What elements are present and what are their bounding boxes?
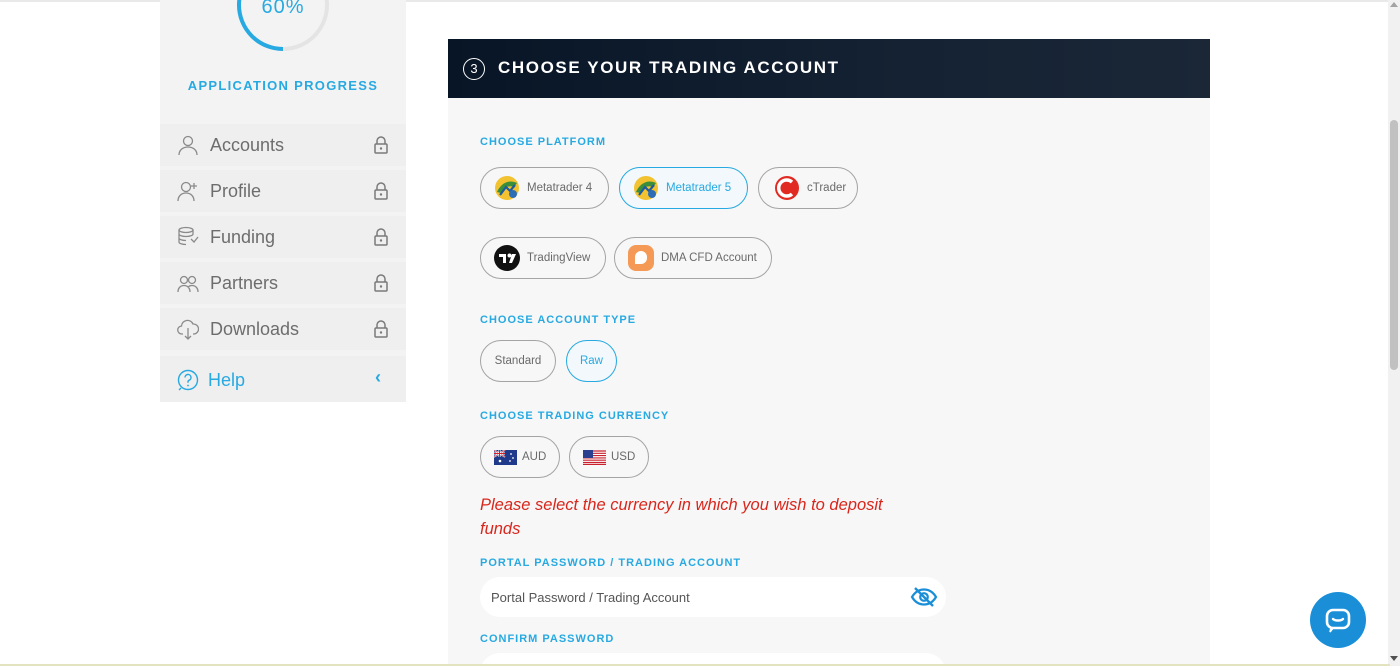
sidebar-item-partners[interactable]: Partners [160,262,406,304]
cloud-download-icon [177,319,199,340]
metatrader-icon [495,176,519,200]
password-label: PORTAL PASSWORD / TRADING ACCOUNT [480,557,742,569]
chat-button[interactable] [1310,592,1366,648]
password-field-wrapper [480,577,946,617]
sidebar-item-downloads[interactable]: Downloads [160,308,406,350]
currency-label-text: AUD [522,451,547,463]
sidebar-item-funding[interactable]: Funding [160,216,406,258]
platform-label-text: cTrader [807,182,847,194]
platform-label-text: TradingView [527,252,591,264]
platform-label-text: Metatrader 4 [527,182,593,194]
platform-option-ctrader[interactable]: cTrader [758,167,858,209]
user-icon [178,135,198,156]
platform-label: CHOOSE PLATFORM [480,136,607,148]
lock-icon [374,274,388,292]
step-number: 3 [463,58,485,80]
lock-icon [374,182,388,200]
usa-flag-icon [583,449,606,465]
lock-icon [374,320,388,338]
sidebar: 60% APPLICATION PROGRESS Accounts Profil… [160,0,406,402]
currency-label: CHOOSE TRADING CURRENCY [480,410,670,422]
sidebar-item-label: Downloads [210,319,300,339]
sidebar-item-accounts[interactable]: Accounts [160,124,406,166]
card-title: CHOOSE YOUR TRADING ACCOUNT [498,58,840,77]
trading-account-card: 3 CHOOSE YOUR TRADING ACCOUNT CHOOSE PLA… [448,39,1210,666]
coins-icon [178,226,199,246]
sidebar-item-label: Partners [210,273,279,293]
platform-label-text: DMA CFD Account [661,252,757,264]
confirm-password-label: CONFIRM PASSWORD [480,633,615,645]
users-icon [177,275,199,293]
account-type-label: CHOOSE ACCOUNT TYPE [480,314,637,326]
password-input[interactable] [491,577,901,617]
card-header: 3 CHOOSE YOUR TRADING ACCOUNT [448,39,1210,98]
account-type-standard[interactable]: Standard [480,340,556,382]
currency-error-message: Please select the currency in which you … [480,496,883,538]
help-icon [177,369,199,391]
platform-option-metatrader-5[interactable]: Metatrader 5 [619,167,748,209]
lock-icon [374,228,388,246]
page-scrollbar[interactable] [1388,0,1400,666]
metatrader-icon [634,176,658,200]
scroll-thumb[interactable] [1390,120,1398,370]
sidebar-item-label: Funding [210,227,276,247]
ctrader-icon [775,176,799,200]
progress-label: APPLICATION PROGRESS [187,78,379,93]
account-type-raw[interactable]: Raw [566,340,617,382]
dma-cfd-icon [628,245,654,271]
sidebar-item-help[interactable]: Help ‹ [160,356,406,402]
user-add-icon [177,181,197,202]
page: 60% APPLICATION PROGRESS Accounts Profil… [0,0,1400,666]
sidebar-item-profile[interactable]: Profile [160,170,406,212]
scroll-down-arrow-icon[interactable] [1390,656,1398,661]
australia-flag-icon [494,449,517,465]
platform-option-tradingview[interactable]: TradingView [480,237,606,279]
sidebar-item-label: Profile [210,181,262,201]
chevron-left-icon[interactable]: ‹ [375,368,381,386]
progress-value: 60% [261,0,305,18]
application-progress: 60% APPLICATION PROGRESS [160,0,406,120]
eye-slash-icon[interactable] [910,585,938,609]
currency-option-aud[interactable]: AUD [480,436,560,478]
currency-option-usd[interactable]: USD [569,436,649,478]
platform-option-metatrader-4[interactable]: Metatrader 4 [480,167,609,209]
sidebar-item-label: Accounts [210,135,285,155]
platform-label-text: Metatrader 5 [666,182,732,194]
lock-icon [374,136,388,154]
tradingview-icon [494,245,520,271]
sidebar-item-label: Help [208,370,246,390]
currency-label-text: USD [611,451,636,463]
chat-icon [1325,608,1351,633]
platform-option-dma-cfd[interactable]: DMA CFD Account [614,237,772,279]
scroll-up-arrow-icon[interactable] [1390,2,1398,7]
